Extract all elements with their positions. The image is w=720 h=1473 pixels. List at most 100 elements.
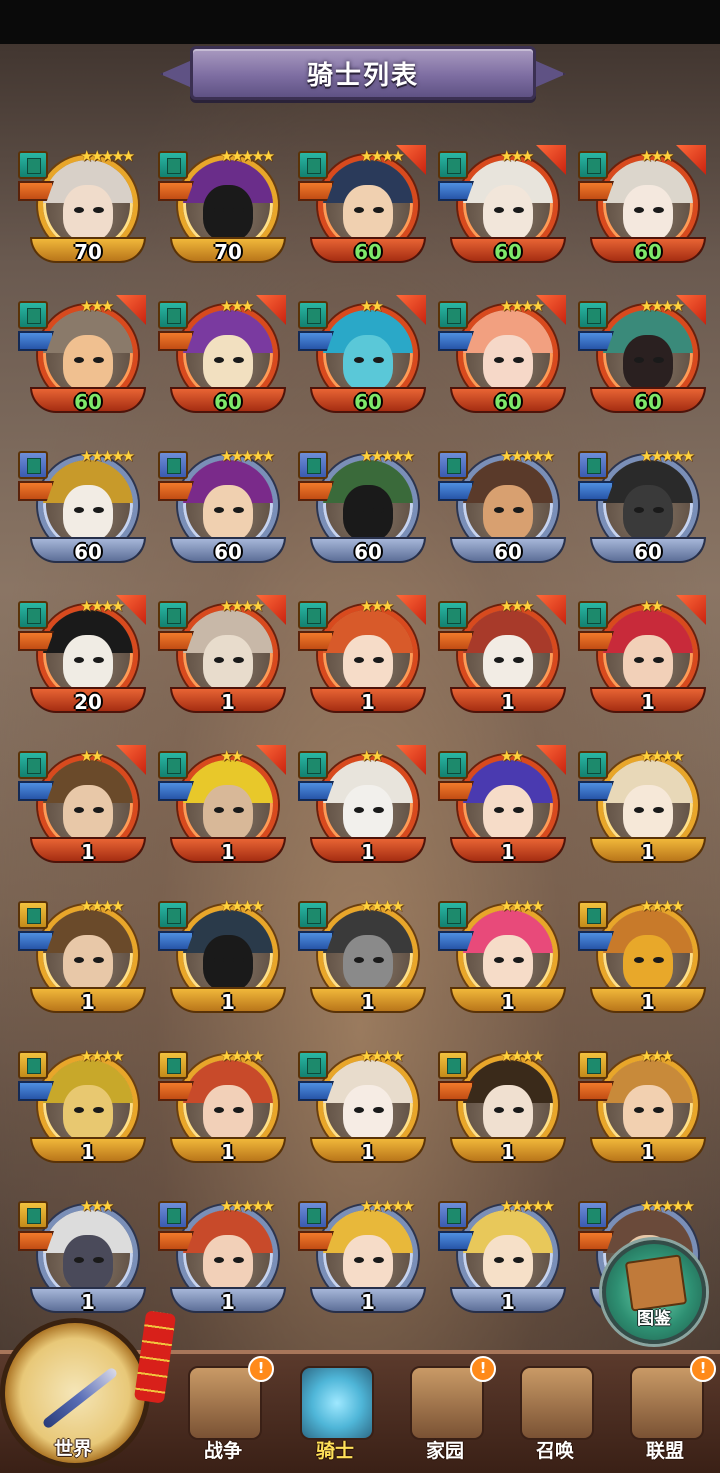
star-rating: ★★★★ (500, 897, 545, 915)
knight-card[interactable]: 1 ★★★★ (158, 895, 286, 1023)
knight-card[interactable]: 1 ★★★ (578, 1045, 706, 1173)
knight-face (202, 785, 254, 841)
knight-face (62, 1085, 114, 1141)
knight-card[interactable]: 60 ★★★★ (578, 295, 706, 423)
star-rating: ★★★ (220, 297, 254, 315)
knight-card[interactable]: 1 ★★★★ (578, 895, 706, 1023)
knight-card[interactable]: 60 ★★★ (438, 145, 566, 273)
knight-card[interactable]: 60 ★★★★★ (438, 445, 566, 573)
knight-face (202, 935, 254, 991)
nav-item-0[interactable]: 战争! (168, 1356, 278, 1469)
atlas-button[interactable]: 图鉴 (602, 1240, 706, 1344)
star-rating: ★★★★★ (640, 1197, 695, 1215)
star-rating: ★★★★ (80, 597, 125, 615)
knight-card[interactable]: 1 ★★★★ (18, 895, 146, 1023)
knight-face (622, 785, 674, 841)
star-rating: ★★★★★ (500, 447, 555, 465)
knight-level: 1 (221, 990, 235, 1014)
nav-label: 家园 (425, 1440, 464, 1462)
knight-card[interactable]: 70 ★★★★★ (18, 145, 146, 273)
knight-level: 1 (361, 1140, 375, 1164)
knight-card[interactable]: 20 ★★★★ (18, 595, 146, 723)
knight-card[interactable]: 60 ★★★ (578, 145, 706, 273)
star-rating: ★★★★★ (640, 447, 695, 465)
knight-card[interactable]: 1 ★★ (158, 745, 286, 873)
knight-card[interactable]: 60 ★★★★★ (158, 445, 286, 573)
class-badge-icon (18, 751, 48, 779)
knight-card[interactable]: 1 ★★★★ (298, 1045, 426, 1173)
knight-card[interactable]: 1 ★★★★ (578, 745, 706, 873)
knight-card[interactable]: 60 ★★★★★ (298, 445, 426, 573)
class-badge-icon (438, 301, 468, 329)
knight-card[interactable]: 1 ★★★ (18, 1195, 146, 1323)
nav-label: 召唤 (535, 1440, 574, 1462)
knight-level: 60 (634, 540, 662, 564)
knight-level: 1 (501, 1290, 515, 1314)
knight-card[interactable]: 60 ★★★★ (298, 145, 426, 273)
knight-face (62, 785, 114, 841)
knight-face (342, 785, 394, 841)
class-badge-icon (158, 301, 188, 329)
star-rating: ★★★★★ (220, 447, 275, 465)
knight-face (62, 635, 114, 691)
knight-card[interactable]: 60 ★★ (298, 295, 426, 423)
class-badge-icon (298, 151, 328, 179)
knight-card[interactable]: 60 ★★★ (158, 295, 286, 423)
class-badge-icon (18, 301, 48, 329)
class-badge-icon (18, 1201, 48, 1229)
knight-card[interactable]: 60 ★★★★ (438, 295, 566, 423)
knight-card[interactable]: 1 ★★★★★ (158, 1195, 286, 1323)
nav-item-2[interactable]: 家园! (390, 1356, 500, 1469)
knight-level: 60 (214, 390, 242, 414)
knight-card[interactable]: 1 ★★ (298, 745, 426, 873)
knight-face (482, 485, 534, 541)
knight-card[interactable]: 1 ★★★★ (18, 1045, 146, 1173)
star-rating: ★★★★★ (220, 147, 275, 165)
knight-level: 60 (74, 540, 102, 564)
knight-level: 1 (641, 1140, 655, 1164)
atlas-label: 图鉴 (637, 1309, 671, 1329)
star-rating: ★★★★★ (220, 1197, 275, 1215)
knight-card[interactable]: 1 ★★★★ (438, 1045, 566, 1173)
knight-card[interactable]: 70 ★★★★★ (158, 145, 286, 273)
class-badge-icon (18, 601, 48, 629)
knight-card[interactable]: 1 ★★★★ (438, 895, 566, 1023)
knight-card[interactable]: 60 ★★★ (18, 295, 146, 423)
knight-face (482, 935, 534, 991)
knight-level: 1 (221, 690, 235, 714)
star-rating: ★★★ (640, 1047, 674, 1065)
class-badge-icon (298, 751, 328, 779)
class-badge-icon (18, 451, 48, 479)
knight-card[interactable]: 1 ★★★★★ (438, 1195, 566, 1323)
knight-card[interactable]: 1 ★★★★ (158, 595, 286, 723)
knight-card[interactable]: 1 ★★ (578, 595, 706, 723)
nav-item-1[interactable]: 骑士 (280, 1360, 390, 1469)
knight-card[interactable]: 1 ★★ (438, 745, 566, 873)
knight-card[interactable]: 1 ★★★★ (298, 895, 426, 1023)
class-badge-icon (578, 901, 608, 929)
knight-card[interactable]: 1 ★★★★ (158, 1045, 286, 1173)
knight-face (482, 185, 534, 241)
nav-item-4[interactable]: 联盟! (610, 1356, 720, 1469)
knight-level: 60 (354, 540, 382, 564)
class-badge-icon (298, 1201, 328, 1229)
nav-item-3[interactable]: 召唤 (500, 1360, 610, 1469)
class-badge-icon (298, 901, 328, 929)
knight-card[interactable]: 1 ★★★★★ (298, 1195, 426, 1323)
knight-level: 20 (74, 690, 102, 714)
knight-card[interactable]: 1 ★★ (18, 745, 146, 873)
knight-card[interactable]: 1 ★★★ (298, 595, 426, 723)
class-badge-icon (438, 601, 468, 629)
knight-card[interactable]: 60 ★★★★★ (578, 445, 706, 573)
knight-card[interactable]: 60 ★★★★★ (18, 445, 146, 573)
knight-face (482, 785, 534, 841)
knight-level: 1 (641, 990, 655, 1014)
knight-card[interactable]: 1 ★★★ (438, 595, 566, 723)
star-rating: ★★★ (80, 297, 114, 315)
class-badge-icon (158, 751, 188, 779)
star-rating: ★★★★ (360, 897, 405, 915)
star-rating: ★★★★★ (80, 447, 135, 465)
nav-label: 战争 (203, 1440, 242, 1462)
knight-face (342, 635, 394, 691)
star-rating: ★★★★ (500, 1047, 545, 1065)
